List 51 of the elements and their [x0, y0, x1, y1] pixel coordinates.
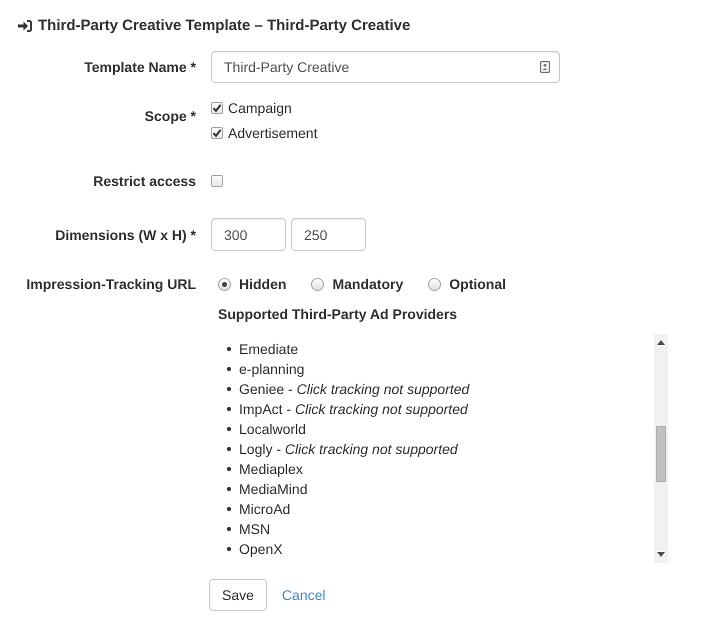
scroll-down-icon[interactable] [657, 552, 665, 557]
provider-item: Geniee - Click tracking not supported [239, 380, 470, 399]
dimension-input[interactable]: 250 [291, 218, 366, 251]
providers-heading: Supported Third-Party Ad Providers [218, 305, 458, 324]
field-label: Template Name * [83, 58, 196, 77]
bullet-icon [227, 347, 231, 351]
dimension-input[interactable]: 300 [211, 218, 286, 251]
bullet-icon [227, 507, 231, 511]
radio-label[interactable]: Optional [449, 274, 506, 294]
bullet-icon [227, 367, 231, 371]
field-label: Restrict access [92, 172, 196, 191]
template-name-input[interactable]: Third-Party Creative [211, 51, 560, 83]
contact-card-icon [540, 61, 550, 73]
checkbox-label[interactable]: Advertisement [228, 123, 318, 143]
page-title: Third-Party Creative Template – Third-Party Creative [38, 16, 410, 36]
radio-label[interactable]: Hidden [239, 274, 286, 294]
provider-item: Emediate [239, 340, 298, 359]
save-button[interactable]: Save [209, 579, 267, 611]
bullet-icon [227, 467, 231, 471]
cancel-link[interactable]: Cancel [282, 587, 326, 603]
provider-item: MicroAd [239, 500, 290, 519]
provider-item: MSN [239, 520, 270, 539]
scroll-up-icon[interactable] [657, 340, 665, 345]
radio-button[interactable] [218, 278, 231, 290]
bullet-icon [227, 527, 231, 531]
bullet-icon [227, 447, 231, 451]
field-label: Dimensions (W x H) * [54, 226, 196, 244]
bullet-icon [227, 487, 231, 491]
provider-item: Logly - Click tracking not supported [239, 440, 458, 459]
radio-button[interactable] [428, 278, 442, 290]
provider-item: Mediaplex [239, 460, 303, 479]
provider-item: ImpAct - Click tracking not supported [239, 400, 468, 419]
radio-label[interactable]: Mandatory [332, 274, 404, 294]
bullet-icon [227, 387, 231, 391]
bullet-icon [227, 547, 231, 551]
scrollbar-thumb[interactable] [656, 426, 666, 482]
provider-item: OpenX [239, 540, 283, 559]
radio-button[interactable] [311, 278, 324, 290]
checkbox-label[interactable]: Campaign [228, 98, 292, 118]
bullet-icon [227, 407, 231, 411]
checkbox[interactable] [211, 175, 223, 187]
checkbox[interactable] [211, 102, 223, 114]
provider-item: MediaMind [239, 480, 308, 499]
field-label: Scope * [144, 107, 196, 126]
provider-item: Localworld [239, 420, 306, 439]
sign-in-icon [18, 20, 32, 32]
checkbox[interactable] [211, 127, 223, 139]
bullet-icon [227, 427, 231, 431]
provider-item: e-planning [239, 360, 304, 379]
scrollbar[interactable] [654, 334, 668, 563]
field-label: Impression-Tracking URL [25, 275, 196, 294]
